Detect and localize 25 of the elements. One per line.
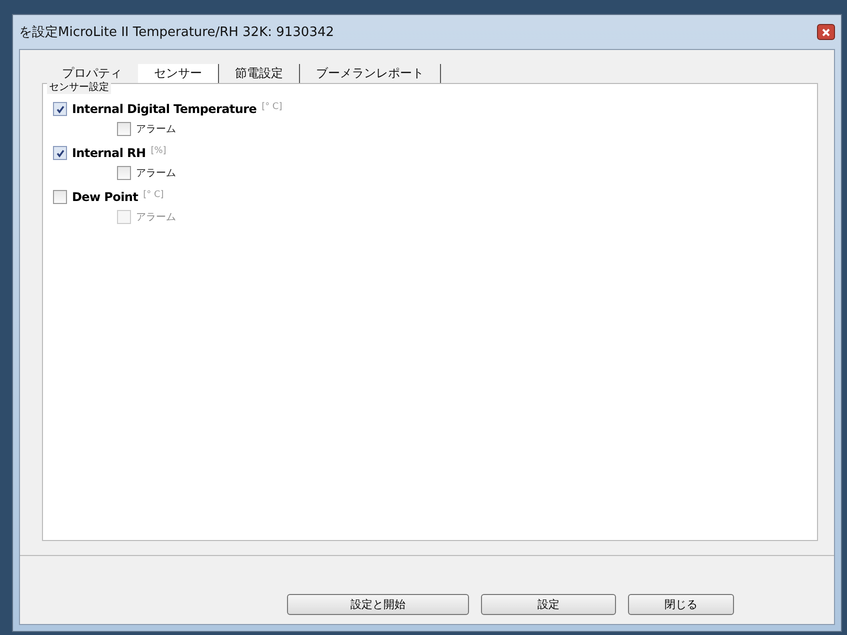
dialog-button[interactable]: 設定 — [481, 594, 616, 614]
sensor-checkbox[interactable] — [53, 102, 67, 116]
sensor-unit: [° C] — [143, 190, 164, 200]
sensor-unit: [° C] — [262, 102, 282, 112]
dialog-button[interactable]: 設定と開始 — [287, 594, 469, 614]
group-title: センサー設定 — [47, 80, 111, 94]
sensor-name: Internal Digital Temperature — [72, 102, 257, 116]
alarm-label: アラーム — [136, 211, 176, 224]
tab[interactable]: センサー — [138, 64, 219, 83]
close-button[interactable] — [817, 24, 835, 40]
check-icon — [56, 104, 64, 114]
alarm-label: アラーム — [136, 123, 176, 136]
window-title: を設定MicroLite II Temperature/RH 32K: 9130342 — [19, 24, 334, 41]
alarm-checkbox[interactable] — [117, 166, 131, 180]
sensor-name: Dew Point — [72, 190, 138, 204]
alarm-label: アラーム — [136, 167, 176, 180]
sensor-checkbox[interactable] — [53, 146, 67, 160]
sensor-unit: [%] — [150, 146, 166, 156]
sensor-checkbox[interactable] — [53, 190, 67, 204]
alarm-checkbox[interactable] — [117, 122, 131, 136]
close-icon — [821, 28, 831, 36]
dialog-button[interactable]: 閉じる — [628, 594, 734, 614]
check-icon — [56, 148, 64, 158]
sensor-name: Internal RH — [72, 146, 146, 160]
tab[interactable]: プロパティ — [46, 64, 138, 83]
